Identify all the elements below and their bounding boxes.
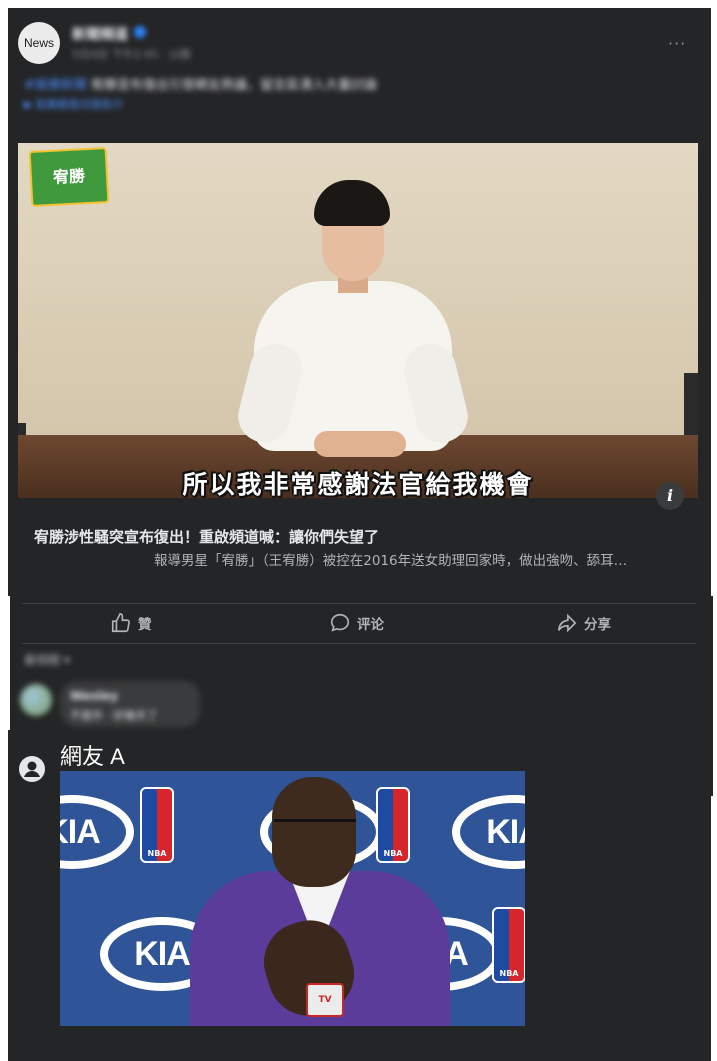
share-button[interactable]: 分享 xyxy=(556,610,611,636)
like-button[interactable]: 贊 xyxy=(110,610,152,636)
comment-sort-dropdown[interactable]: 最相關 ▾ xyxy=(24,651,70,668)
nba-logo: NBA xyxy=(140,787,174,863)
divider xyxy=(22,603,696,604)
more-options-icon[interactable]: ··· xyxy=(668,34,686,53)
comment-bubble-icon xyxy=(330,613,350,632)
post-hashtag[interactable]: #娛樂新聞 xyxy=(24,78,87,93)
comment-text: 不意外 · 好幾天了 xyxy=(70,709,158,722)
commenter-name[interactable]: Wesley xyxy=(70,689,118,703)
comment-label: 评论 xyxy=(357,617,384,633)
comment-bubble: Wesley 不意外 · 好幾天了 xyxy=(60,681,200,727)
share-arrow-icon xyxy=(557,613,577,633)
link-title[interactable]: 宥勝涉性騷突宣布復出！重啟頻道喊：讓你們失望了 xyxy=(34,526,379,547)
nba-logo: NBA xyxy=(376,787,410,863)
post-body: 宥勝宣布復出引發網友熱議，留言區湧入大量討論 xyxy=(91,78,378,93)
nba-logo-text: NBA xyxy=(147,849,167,858)
page-name[interactable]: 新聞頻道 xyxy=(72,24,128,44)
channel-logo: 宥勝 xyxy=(28,146,110,208)
verified-badge-icon xyxy=(134,26,146,38)
kia-logo: KIA xyxy=(60,795,134,869)
post-text: #娛樂新聞 宥勝宣布復出引發網友熱議，留言區湧入大量討論 xyxy=(24,74,584,93)
divider xyxy=(22,643,696,644)
microphone: TV xyxy=(306,983,344,1017)
comment-button[interactable]: 评论 xyxy=(329,610,384,636)
commenter-name-netizen[interactable]: 網友 A xyxy=(60,739,125,771)
thumbs-up-icon xyxy=(111,613,130,633)
nba-logo-text: NBA xyxy=(383,849,403,858)
info-icon[interactable]: i xyxy=(656,482,684,510)
post-sub-link[interactable]: ▶ 點擊觀看完整影片 xyxy=(24,96,124,112)
nba-logo-text: NBA xyxy=(499,969,519,978)
person-hands xyxy=(314,431,406,457)
video-thumbnail[interactable]: 宥勝 所以我非常感謝法官給我機會 xyxy=(18,143,698,498)
video-subtitle: 所以我非常感謝法官給我機會 xyxy=(182,470,534,498)
share-label: 分享 xyxy=(584,617,611,633)
nba-logo: NBA xyxy=(492,907,525,983)
link-description[interactable]: 報導男星「宥勝」（王宥勝）被控在2016年送女助理回家時，做出強吻、舔耳… xyxy=(154,549,674,569)
comment-photo[interactable]: KIA NBA KIA NBA KIA KIA KIA NBA TV xyxy=(60,771,525,1026)
commenter-avatar[interactable] xyxy=(20,684,52,716)
page-avatar[interactable]: News xyxy=(18,22,60,64)
post-timestamp[interactable]: 5月4日 下午2:45 · 公開 xyxy=(72,46,191,62)
user-avatar-icon[interactable] xyxy=(19,756,45,782)
like-label: 贊 xyxy=(138,617,152,633)
kia-logo: KIA xyxy=(452,795,525,869)
person-glasses xyxy=(274,819,356,840)
